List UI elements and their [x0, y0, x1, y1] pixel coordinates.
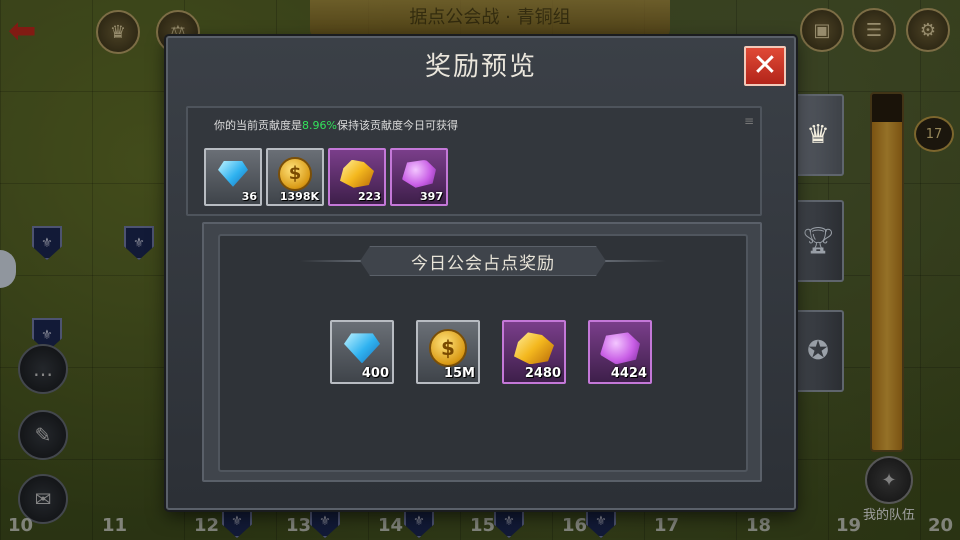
tab-medal[interactable]: ✪: [794, 310, 844, 392]
section-header: 今日公会占点奖励: [300, 246, 666, 276]
dialog-title: 奖励预览: [424, 52, 537, 82]
reward-qty: 36: [241, 190, 257, 203]
medal-icon: ✪: [807, 336, 829, 366]
current-contribution-panel: 你的当前贡献度是8.96%保持该贡献度今日可获得 ≡ 36 $ 1398K 22…: [186, 106, 762, 216]
contribution-suffix: 保持该贡献度今日可获得: [336, 119, 458, 132]
reward-qty: 397: [420, 190, 443, 203]
header-line-left: [300, 260, 370, 262]
gold-ore-icon: [514, 332, 554, 365]
reward-item[interactable]: 223: [328, 148, 386, 206]
trophy-icon: 🏆︎: [801, 226, 835, 256]
reward-qty: 223: [358, 190, 381, 203]
close-icon: ✕: [752, 48, 778, 83]
panel-corner-decoration: ≡: [743, 114, 754, 128]
reward-qty: 1398K: [279, 190, 319, 203]
daily-reward-item[interactable]: $ 15M: [416, 320, 480, 384]
tab-crown[interactable]: ♛: [794, 94, 844, 176]
reward-item[interactable]: 397: [390, 148, 448, 206]
contribution-percent: 8.96%: [302, 119, 337, 132]
reward-qty: 2480: [524, 366, 561, 381]
close-button[interactable]: ✕: [744, 46, 786, 86]
purple-ore-icon: [402, 159, 436, 188]
daily-reward-item[interactable]: 2480: [502, 320, 566, 384]
tab-trophy[interactable]: 🏆︎: [794, 200, 844, 282]
gold-coin-icon: $: [429, 329, 467, 368]
header-line-right: [596, 260, 666, 262]
diamond-icon: [344, 333, 380, 364]
gold-ore-icon: [340, 159, 374, 188]
daily-section-title: 今日公会占点奖励: [360, 246, 606, 276]
reward-item[interactable]: $ 1398K: [266, 148, 324, 206]
purple-ore-icon: [600, 332, 640, 365]
daily-reward-inner: 今日公会占点奖励 400 $ 15M 2480 4424: [218, 234, 748, 472]
diamond-icon: [218, 160, 248, 187]
reward-item[interactable]: 36: [204, 148, 262, 206]
daily-reward-item[interactable]: 4424: [588, 320, 652, 384]
gold-coin-icon: $: [278, 156, 312, 191]
contribution-text: 你的当前贡献度是8.96%保持该贡献度今日可获得: [214, 117, 458, 133]
crown-icon: ♛: [806, 120, 830, 150]
reward-preview-dialog: 奖励预览 ✕ 你的当前贡献度是8.96%保持该贡献度今日可获得 ≡ 36 $ 1…: [166, 36, 796, 510]
reward-qty: 4424: [610, 366, 647, 381]
daily-reward-panel: 今日公会占点奖励 400 $ 15M 2480 4424: [202, 222, 762, 482]
reward-qty: 15M: [443, 366, 475, 381]
daily-reward-item[interactable]: 400: [330, 320, 394, 384]
contribution-prefix: 你的当前贡献度是: [214, 119, 302, 132]
reward-qty: 400: [361, 366, 389, 381]
